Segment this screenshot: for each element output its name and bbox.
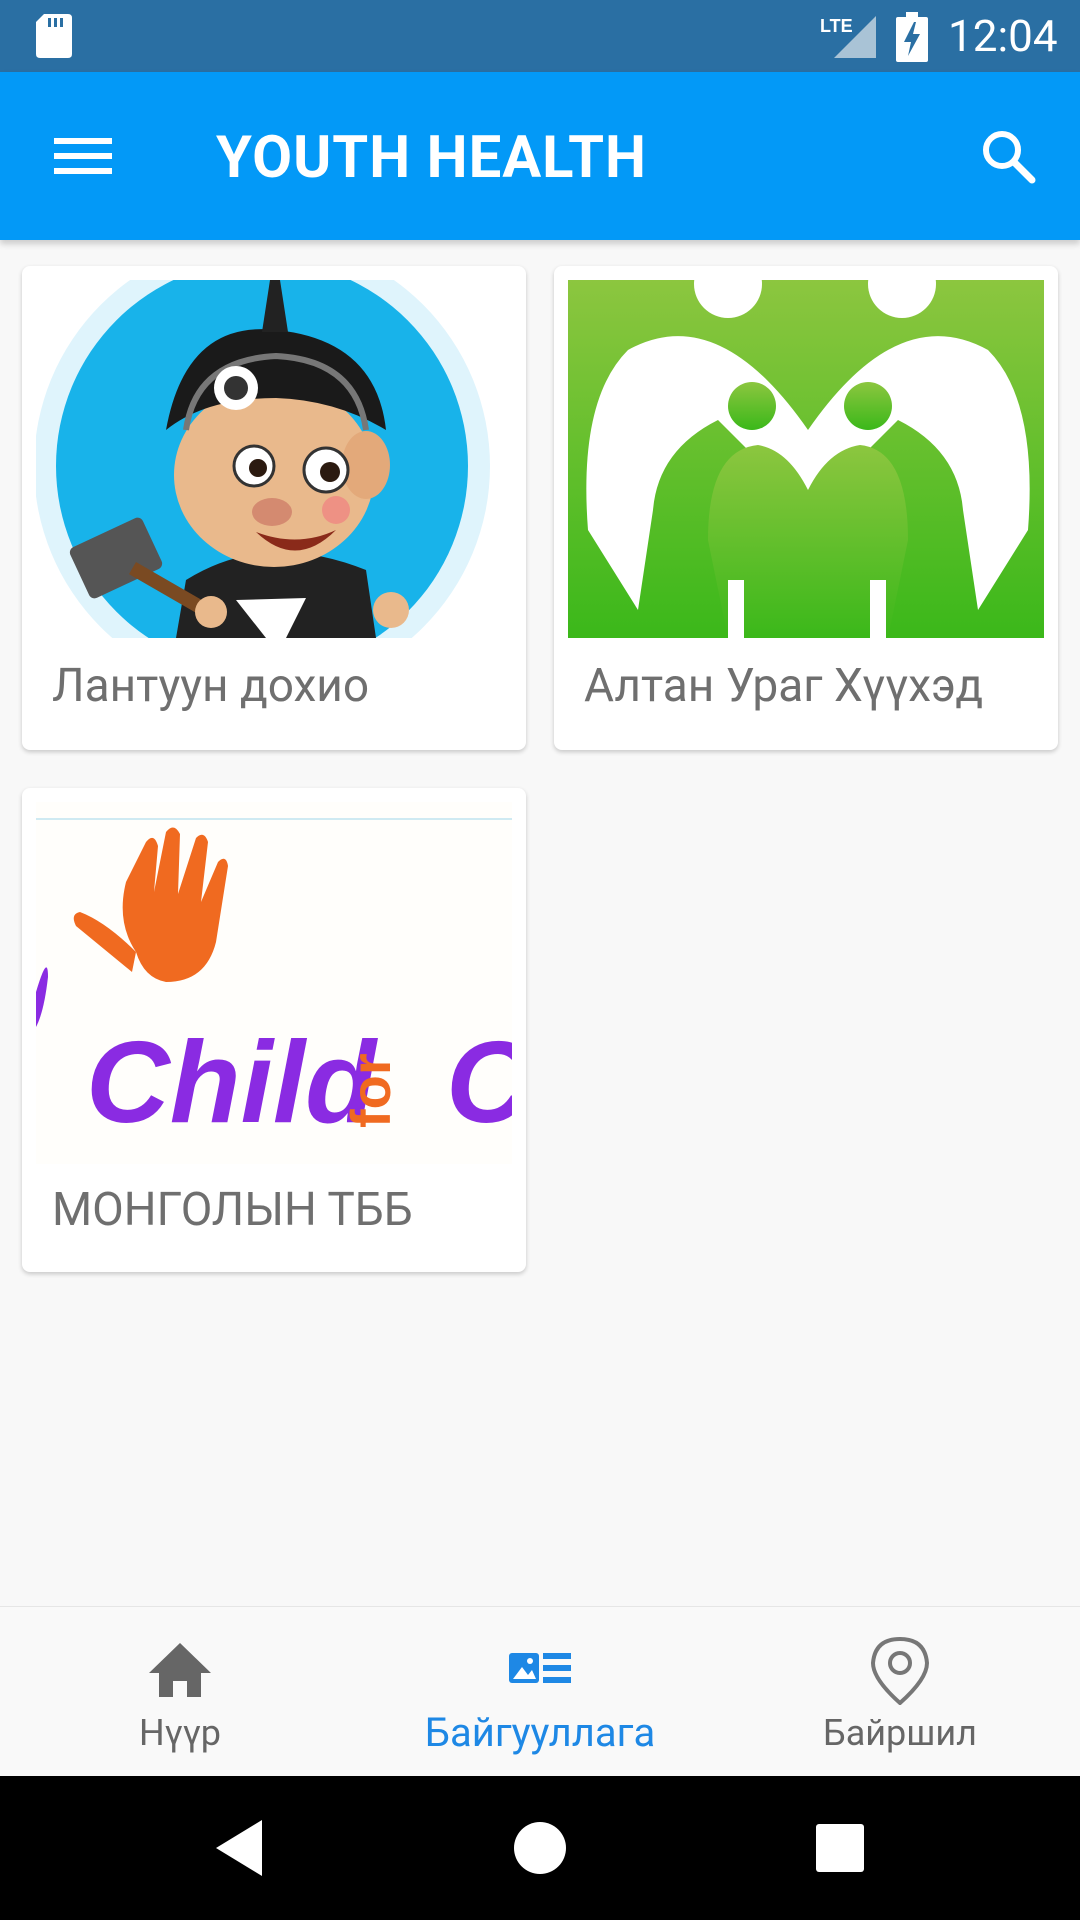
cartoon-boy-logo-image <box>36 280 512 638</box>
logo-text: Child <box>86 1017 378 1147</box>
card-image <box>36 280 512 638</box>
lte-signal-icon: LTE <box>820 16 876 58</box>
clock: 12:04 <box>948 10 1058 62</box>
network-type: LTE <box>820 16 853 36</box>
recents-icon[interactable] <box>808 1816 872 1880</box>
back-icon[interactable] <box>210 1816 274 1880</box>
home-icon <box>149 1643 211 1697</box>
svg-text:for: for <box>339 1053 402 1128</box>
nav-label: Байгууллага <box>424 1709 656 1756</box>
card-image: Child for C <box>36 802 512 1164</box>
battery-charging-icon <box>896 12 928 62</box>
organization-card-mongolyn-tbb[interactable]: Child for C МОНГОЛЫН ТББ <box>22 788 526 1272</box>
app-bar: YOUTH HEALTH <box>0 72 1080 240</box>
home-button-icon[interactable] <box>508 1816 572 1880</box>
nav-item-home[interactable]: Нүүр <box>0 1607 360 1777</box>
hamburger-menu-icon[interactable] <box>54 132 114 180</box>
nav-label: Нүүр <box>138 1712 221 1754</box>
location-pin-icon <box>870 1636 930 1705</box>
bottom-navigation: Нүүр Байгууллага Байршил <box>0 1606 1080 1777</box>
card-label: МОНГОЛЫН ТББ <box>52 1183 413 1237</box>
card-label: Лантуун дохио <box>52 659 370 713</box>
status-bar: LTE 12:04 <box>0 0 1080 72</box>
screen: LTE 12:04 YOUTH HEALTH Лантуун дохио Алт… <box>0 0 1080 1920</box>
card-label: Алтан Ураг Хүүхэд <box>584 659 984 713</box>
organization-card-lantuun[interactable]: Лантуун дохио <box>22 266 526 750</box>
sd-card-icon <box>36 14 72 58</box>
nav-item-location[interactable]: Байршил <box>720 1607 1080 1777</box>
organizations-icon <box>509 1653 571 1683</box>
child-for-child-logo-image: Child for C <box>36 802 512 1164</box>
nav-item-organizations[interactable]: Байгууллага <box>360 1607 720 1777</box>
nav-label: Байршил <box>823 1712 977 1754</box>
card-image <box>568 280 1044 638</box>
system-navigation-bar <box>0 1776 1080 1920</box>
search-icon[interactable] <box>978 126 1038 186</box>
app-title: YOUTH HEALTH <box>216 124 647 192</box>
organization-card-altan-urag[interactable]: Алтан Ураг Хүүхэд <box>554 266 1058 750</box>
svg-text:C: C <box>446 1017 512 1147</box>
family-silhouette-logo-image <box>568 280 1044 638</box>
